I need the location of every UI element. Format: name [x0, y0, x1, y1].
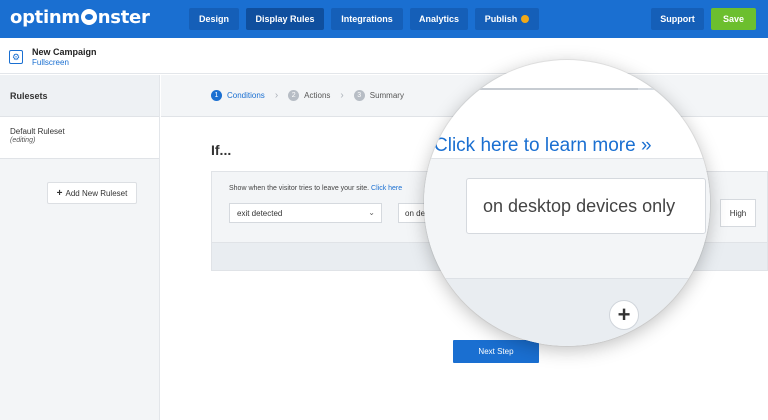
top-nav-bar: optinm nster Design Display Rules Integra…: [0, 0, 768, 38]
magnifier-zoom: Click here to learn more » on desktop de…: [424, 60, 710, 346]
rule-text: Show when the visitor tries to leave you…: [229, 185, 370, 192]
zoom-learn-more-link[interactable]: Click here to learn more »: [434, 135, 652, 157]
nav-publish-label: Publish: [484, 14, 518, 24]
campaign-header: ⚙ New Campaign Fullscreen: [0, 38, 768, 74]
save-button[interactable]: Save: [711, 8, 756, 30]
campaign-settings-gear-icon[interactable]: ⚙: [9, 50, 23, 64]
nav-integrations-label: Integrations: [341, 14, 393, 24]
sidebar-item-default-ruleset[interactable]: Default Ruleset (editing): [0, 117, 159, 159]
zoom-divider: [438, 88, 638, 90]
nav-analytics[interactable]: Analytics: [410, 8, 468, 30]
ruleset-sidebar: Rulesets Default Ruleset (editing) + Add…: [0, 75, 160, 420]
plus-icon: +: [56, 187, 63, 199]
step-conditions[interactable]: 1 Conditions: [211, 90, 265, 101]
step-number: 1: [211, 90, 222, 101]
nav-display-rules-label: Display Rules: [255, 14, 315, 24]
zoom-device-select[interactable]: on desktop devices only: [466, 178, 706, 234]
trigger-select-value: exit detected: [237, 209, 283, 218]
step-label: Conditions: [227, 91, 265, 100]
sensitivity-high-button[interactable]: High: [720, 199, 756, 227]
nav-display-rules[interactable]: Display Rules: [246, 8, 324, 30]
step-label: Summary: [369, 91, 404, 100]
chevron-right-icon: ›: [274, 90, 279, 101]
logo-text-end: nster: [97, 7, 150, 28]
if-heading: If...: [211, 142, 232, 158]
high-label: High: [729, 208, 747, 218]
next-step-label: Next Step: [478, 347, 514, 356]
ruleset-status: (editing): [10, 137, 36, 144]
add-ruleset-label: Add New Ruleset: [65, 188, 128, 198]
save-label: Save: [722, 14, 745, 24]
nav-design-label: Design: [198, 14, 229, 24]
nav-analytics-label: Analytics: [418, 14, 460, 24]
rule-description: Show when the visitor tries to leave you…: [229, 185, 402, 192]
plus-icon[interactable]: +: [609, 300, 639, 330]
step-number: 2: [288, 90, 300, 101]
add-ruleset-button[interactable]: + Add New Ruleset: [47, 182, 137, 204]
nav-design[interactable]: Design: [189, 8, 239, 30]
step-summary[interactable]: 3 Summary: [353, 90, 404, 101]
ruleset-name: Default Ruleset: [10, 127, 65, 136]
zoom-rule-footer: [424, 278, 710, 346]
nav-publish[interactable]: Publish: [475, 8, 539, 30]
trigger-select[interactable]: exit detected ⌄: [229, 203, 382, 223]
nav-integrations[interactable]: Integrations: [331, 8, 403, 30]
device-select-value: on de: [405, 209, 426, 218]
logo-monster-icon: [80, 9, 97, 25]
logo[interactable]: optinm nster: [10, 7, 150, 28]
campaign-type[interactable]: Fullscreen: [32, 58, 69, 67]
publish-status-dot-icon: [521, 15, 530, 23]
learn-more-link[interactable]: Click here: [371, 185, 402, 192]
step-actions[interactable]: 2 Actions: [288, 90, 330, 101]
support-button[interactable]: Support: [651, 8, 704, 30]
support-label: Support: [660, 14, 695, 24]
sidebar-header: Rulesets: [0, 75, 159, 117]
logo-text-start: optinm: [10, 7, 80, 28]
step-label: Actions: [304, 91, 331, 100]
chevron-down-icon: ⌄: [368, 208, 375, 217]
chevron-right-icon: ›: [340, 90, 344, 101]
step-number: 3: [353, 90, 365, 101]
campaign-title: New Campaign: [32, 47, 97, 57]
